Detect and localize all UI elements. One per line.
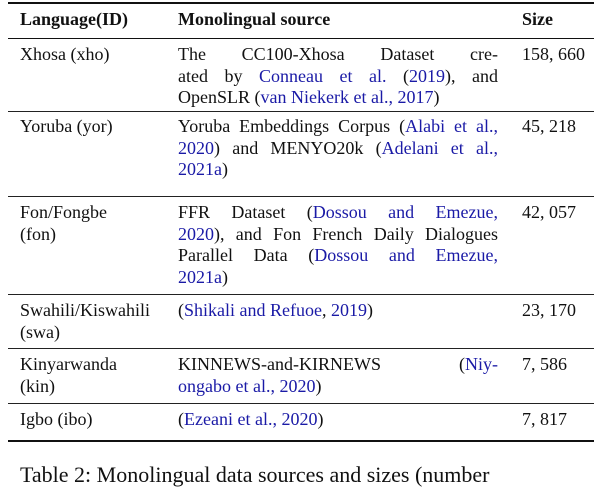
- header-size: Size: [522, 9, 553, 29]
- source-text: Parallel Data (: [178, 245, 315, 265]
- source-text: FFR Dataset (: [178, 202, 313, 222]
- citation-link[interactable]: ongabo et al., 2020: [178, 376, 315, 396]
- source-line: 2021a): [178, 267, 498, 289]
- cell-source: Yoruba Embeddings Corpus (Alabi et al., 2…: [178, 116, 498, 181]
- source-line: 2021a): [178, 159, 498, 181]
- source-line: Parallel Data (Dossou and Emezue,: [178, 245, 498, 267]
- source-line: (Shikali and Refuoe, 2019): [178, 300, 498, 322]
- cell-language: Xhosa (xho): [20, 44, 170, 66]
- language-text: Fon/Fongbe: [20, 202, 108, 222]
- source-text: ): [315, 375, 322, 396]
- row-separator: [8, 294, 594, 295]
- source-text: Yoruba Embeddings Corpus (: [178, 116, 406, 136]
- citation-link[interactable]: Niy-: [465, 354, 498, 374]
- citation-link[interactable]: 2021a: [178, 159, 222, 179]
- source-line: (Ezeani et al., 2020): [178, 409, 498, 431]
- cell-size: 7, 586: [522, 354, 567, 374]
- language-text: Igbo (ibo): [20, 409, 93, 429]
- row-separator: [8, 403, 594, 404]
- table-caption: Table 2: Monolingual data sources and si…: [20, 462, 490, 487]
- source-line: Yoruba Embeddings Corpus (Alabi et al.,: [178, 116, 498, 138]
- source-line: FFR Dataset (Dossou and Emezue,: [178, 202, 498, 224]
- source-text: ): [222, 159, 228, 179]
- bottom-rule: [8, 440, 594, 442]
- citation-link[interactable]: Dossou and Emezue,: [313, 202, 498, 222]
- row-separator: [8, 196, 594, 197]
- cell-source: FFR Dataset (Dossou and Emezue, 2020), an…: [178, 202, 498, 288]
- cell-size: 7, 817: [522, 409, 567, 429]
- citation-link[interactable]: Conneau et al.: [259, 66, 387, 86]
- cell-size: 158, 660: [522, 44, 585, 64]
- source-text: ated by: [178, 65, 260, 86]
- source-line: The CC100-Xhosa Dataset cre-: [178, 44, 498, 66]
- cell-language: Igbo (ibo): [20, 409, 170, 431]
- source-text: (: [386, 65, 410, 86]
- source-text: The CC100-Xhosa Dataset cre-: [178, 44, 498, 64]
- cell-source: The CC100-Xhosa Dataset cre-ated by Conn…: [178, 44, 498, 109]
- source-line: KINNEWS-and-KIRNEWS (Niy-: [178, 354, 498, 376]
- source-line: OpenSLR (van Niekerk et al., 2017): [178, 87, 498, 109]
- cell-source: KINNEWS-and-KIRNEWS (Niy-ongabo et al., …: [178, 354, 498, 397]
- source-line: 2020), and Fon French Daily Dialogues: [178, 224, 498, 246]
- language-text: Kinyarwanda: [20, 354, 117, 374]
- language-text: Xhosa (xho): [20, 44, 110, 64]
- citation-link[interactable]: Shikali and Refuoe: [184, 300, 322, 320]
- source-text: ): [366, 300, 373, 320]
- cell-source: (Ezeani et al., 2020): [178, 409, 498, 431]
- cell-size: 45, 218: [522, 116, 576, 136]
- header-language: Language(ID): [20, 9, 129, 29]
- language-text: (swa): [20, 321, 60, 342]
- citation-link[interactable]: 2019: [331, 300, 367, 320]
- citation-link[interactable]: Dossou and Emezue,: [314, 245, 498, 265]
- cell-size: 42, 057: [522, 202, 576, 222]
- language-text: Swahili/Kiswahili: [20, 300, 150, 320]
- citation-link[interactable]: 2020: [178, 138, 214, 158]
- header-source: Monolingual source: [178, 9, 331, 29]
- row-separator: [8, 348, 594, 349]
- source-line: 2020) and MENYO20k (Adelani et al.,: [178, 138, 498, 160]
- source-text: ): [433, 87, 440, 107]
- row-separator: [8, 111, 594, 112]
- citation-link[interactable]: Alabi et al.,: [405, 116, 498, 136]
- cell-size: 23, 170: [522, 300, 576, 320]
- source-text: ): [222, 266, 228, 287]
- cell-source: (Shikali and Refuoe, 2019): [178, 300, 498, 322]
- citation-link[interactable]: 2019: [409, 66, 445, 86]
- source-text: OpenSLR (: [178, 87, 261, 107]
- top-rule: [8, 2, 594, 4]
- source-text: ,: [321, 300, 331, 320]
- language-text: (fon): [20, 223, 56, 244]
- header-rule: [8, 38, 594, 39]
- citation-link[interactable]: Ezeani et al., 2020: [184, 409, 317, 429]
- source-text: ): [317, 409, 324, 429]
- citation-link[interactable]: 2021a: [178, 267, 222, 287]
- language-text: (kin): [20, 375, 55, 396]
- source-text: ), and Fon French Daily Dialogues: [214, 223, 498, 244]
- citation-link[interactable]: Adelani et al.,: [382, 138, 498, 158]
- source-line: ongabo et al., 2020): [178, 376, 498, 398]
- cell-language: Yoruba (yor): [20, 116, 170, 138]
- source-text: ), and: [445, 65, 499, 86]
- cell-language: Fon/Fongbe (fon): [20, 202, 170, 245]
- cell-language: Kinyarwanda (kin): [20, 354, 170, 397]
- language-text: Yoruba (yor): [20, 116, 113, 136]
- cell-language: Swahili/Kiswahili (swa): [20, 300, 170, 343]
- source-text: KINNEWS-and-KIRNEWS (: [178, 354, 465, 374]
- source-line: ated by Conneau et al. (2019), and: [178, 66, 498, 88]
- citation-link[interactable]: van Niekerk et al., 2017: [261, 87, 434, 107]
- source-text: ) and MENYO20k (: [214, 137, 382, 158]
- citation-link[interactable]: 2020: [178, 224, 214, 244]
